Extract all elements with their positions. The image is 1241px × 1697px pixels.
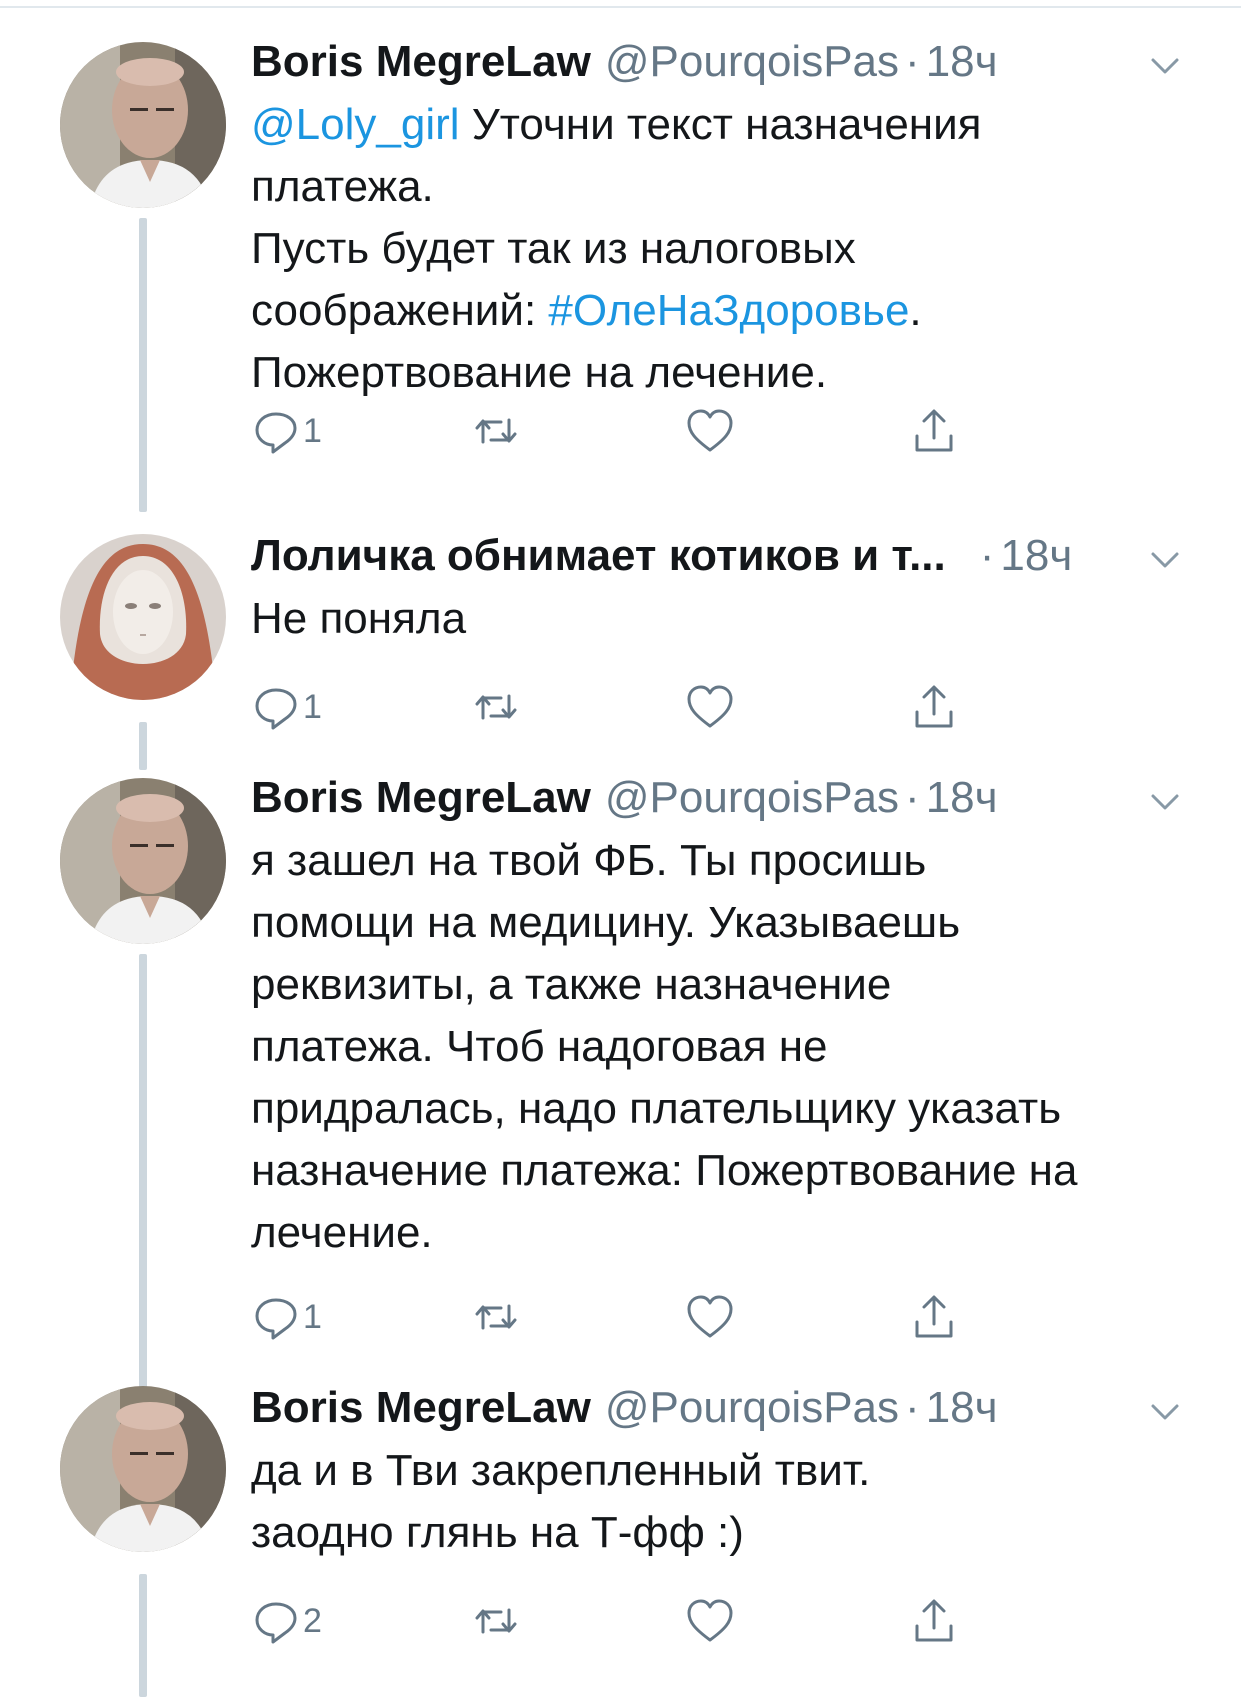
text-segment: . xyxy=(909,286,922,335)
share-button[interactable] xyxy=(909,1596,959,1646)
retweet-icon xyxy=(475,694,517,720)
share-button[interactable] xyxy=(909,406,959,456)
text-line: Пожертвование на лечение. xyxy=(251,348,828,397)
text-line: придралась, надо плательщику указать xyxy=(251,1084,1062,1133)
avatar[interactable] xyxy=(60,42,226,208)
separator: · xyxy=(905,37,920,86)
timestamp[interactable]: 18ч xyxy=(926,32,998,92)
share-button[interactable] xyxy=(909,682,959,732)
retweet-button[interactable] xyxy=(471,406,521,456)
reply-icon xyxy=(255,412,297,454)
retweet-icon xyxy=(475,1304,517,1330)
reply-icon xyxy=(255,1298,297,1340)
retweet-button[interactable] xyxy=(471,1596,521,1646)
share-button[interactable] xyxy=(909,1292,959,1342)
chevron-down-icon[interactable] xyxy=(1145,782,1185,822)
tweet-text: да и в Тви закрепленный твит. заодно гля… xyxy=(251,1440,1181,1564)
text-line: помощи на медицину. Указываешь xyxy=(251,898,961,947)
share-icon xyxy=(915,409,953,452)
hashtag-link[interactable]: #ОлеНаЗдоровье xyxy=(548,286,909,335)
share-icon xyxy=(915,1295,953,1338)
reply-count: 1 xyxy=(303,687,322,726)
tweet-header: Boris MegreLaw @PourqoisPas · 18ч xyxy=(251,32,998,92)
avatar[interactable] xyxy=(60,778,226,944)
heart-icon xyxy=(687,409,733,452)
thread-line xyxy=(139,218,147,512)
heart-icon xyxy=(687,1599,733,1642)
author-handle[interactable]: @PourqoisPas xyxy=(605,1378,899,1438)
reply-count: 1 xyxy=(303,411,322,450)
tweet-text: я зашел на твой ФБ. Ты просишь помощи на… xyxy=(251,830,1181,1264)
like-button[interactable] xyxy=(685,406,735,456)
bald-man-avatar-icon xyxy=(60,778,226,944)
text-line: да и в Тви закрепленный твит. xyxy=(251,1446,871,1495)
text-segment: соображений: xyxy=(251,286,549,335)
text-segment: Уточни текст назначения xyxy=(459,100,982,149)
tweet-header: Boris MegreLaw @PourqoisPas · 18ч xyxy=(251,1378,998,1438)
action-bar: 2 xyxy=(251,1596,1051,1646)
avatar[interactable] xyxy=(60,534,226,700)
tweet-text: Не поняла xyxy=(251,588,1181,650)
heart-icon xyxy=(687,1295,733,1338)
retweet-button[interactable] xyxy=(471,682,521,732)
chevron-down-icon[interactable] xyxy=(1145,540,1185,580)
avatar[interactable] xyxy=(60,1386,226,1552)
timestamp[interactable]: 18ч xyxy=(926,1378,998,1438)
thread-line xyxy=(139,1574,147,1697)
bald-man-avatar-icon xyxy=(60,42,226,208)
text-line: платежа. Чтоб надоговая не xyxy=(251,1022,828,1071)
text-line: реквизиты, а также назначение xyxy=(251,960,892,1009)
author-name[interactable]: Лоличка обнимает котиков и т... xyxy=(251,526,946,586)
text-line: платежа. xyxy=(251,162,434,211)
text-line: Пусть будет так из налоговых xyxy=(251,224,856,273)
author-name[interactable]: Boris MegreLaw xyxy=(251,32,591,92)
reply-icon xyxy=(255,688,297,730)
action-bar: 1 xyxy=(251,682,1051,732)
author-handle[interactable]: @PourqoisPas xyxy=(605,32,899,92)
author-handle[interactable]: @PourqoisPas xyxy=(605,768,899,828)
reply-button[interactable]: 1 xyxy=(251,682,322,732)
author-name[interactable]: Boris MegreLaw xyxy=(251,768,591,828)
separator: · xyxy=(979,531,995,580)
text-line: лечение. xyxy=(251,1208,433,1257)
top-divider xyxy=(0,6,1241,8)
chevron-down-icon[interactable] xyxy=(1145,1392,1185,1432)
hooded-mask-avatar-icon xyxy=(60,534,226,700)
author-name[interactable]: Boris MegreLaw xyxy=(251,1378,591,1438)
reply-count: 1 xyxy=(303,1297,322,1336)
text-line: Не поняла xyxy=(251,594,467,643)
text-line: заодно глянь на Т-фф :) xyxy=(251,1508,744,1557)
reply-count: 2 xyxy=(303,1601,322,1640)
timestamp[interactable]: 18ч xyxy=(926,768,998,828)
separator: · xyxy=(905,1383,920,1432)
reply-button[interactable]: 2 xyxy=(251,1596,322,1646)
bald-man-avatar-icon xyxy=(60,1386,226,1552)
text-line: назначение платежа: Пожертвование на xyxy=(251,1146,1078,1195)
retweet-icon xyxy=(475,1608,517,1634)
share-icon xyxy=(915,685,953,728)
retweet-button[interactable] xyxy=(471,1292,521,1342)
text-line: @Loly_girl Уточни текст назначения xyxy=(251,94,1181,156)
separator: · xyxy=(905,773,920,822)
retweet-icon xyxy=(475,418,517,444)
mention-link[interactable]: @Loly_girl xyxy=(251,100,460,149)
tweet-text: @Loly_girl Уточни текст назначения плате… xyxy=(251,94,1181,404)
heart-icon xyxy=(687,685,733,728)
like-button[interactable] xyxy=(685,682,735,732)
reply-button[interactable]: 1 xyxy=(251,406,322,456)
timestamp[interactable]: 18ч xyxy=(1000,526,1072,586)
like-button[interactable] xyxy=(685,1596,735,1646)
text-line: я зашел на твой ФБ. Ты просишь xyxy=(251,836,927,885)
action-bar: 1 xyxy=(251,406,1051,456)
reply-icon xyxy=(255,1602,297,1644)
chevron-down-icon[interactable] xyxy=(1145,46,1185,86)
tweet-header: Boris MegreLaw @PourqoisPas · 18ч xyxy=(251,768,998,828)
thread-line xyxy=(139,722,147,770)
like-button[interactable] xyxy=(685,1292,735,1342)
tweet-header: Лоличка обнимает котиков и т... · 18ч xyxy=(251,526,1072,586)
reply-button[interactable]: 1 xyxy=(251,1292,322,1342)
text-line: соображений: #ОлеНаЗдоровье. xyxy=(251,280,1181,342)
share-icon xyxy=(915,1599,953,1642)
action-bar: 1 xyxy=(251,1292,1051,1342)
